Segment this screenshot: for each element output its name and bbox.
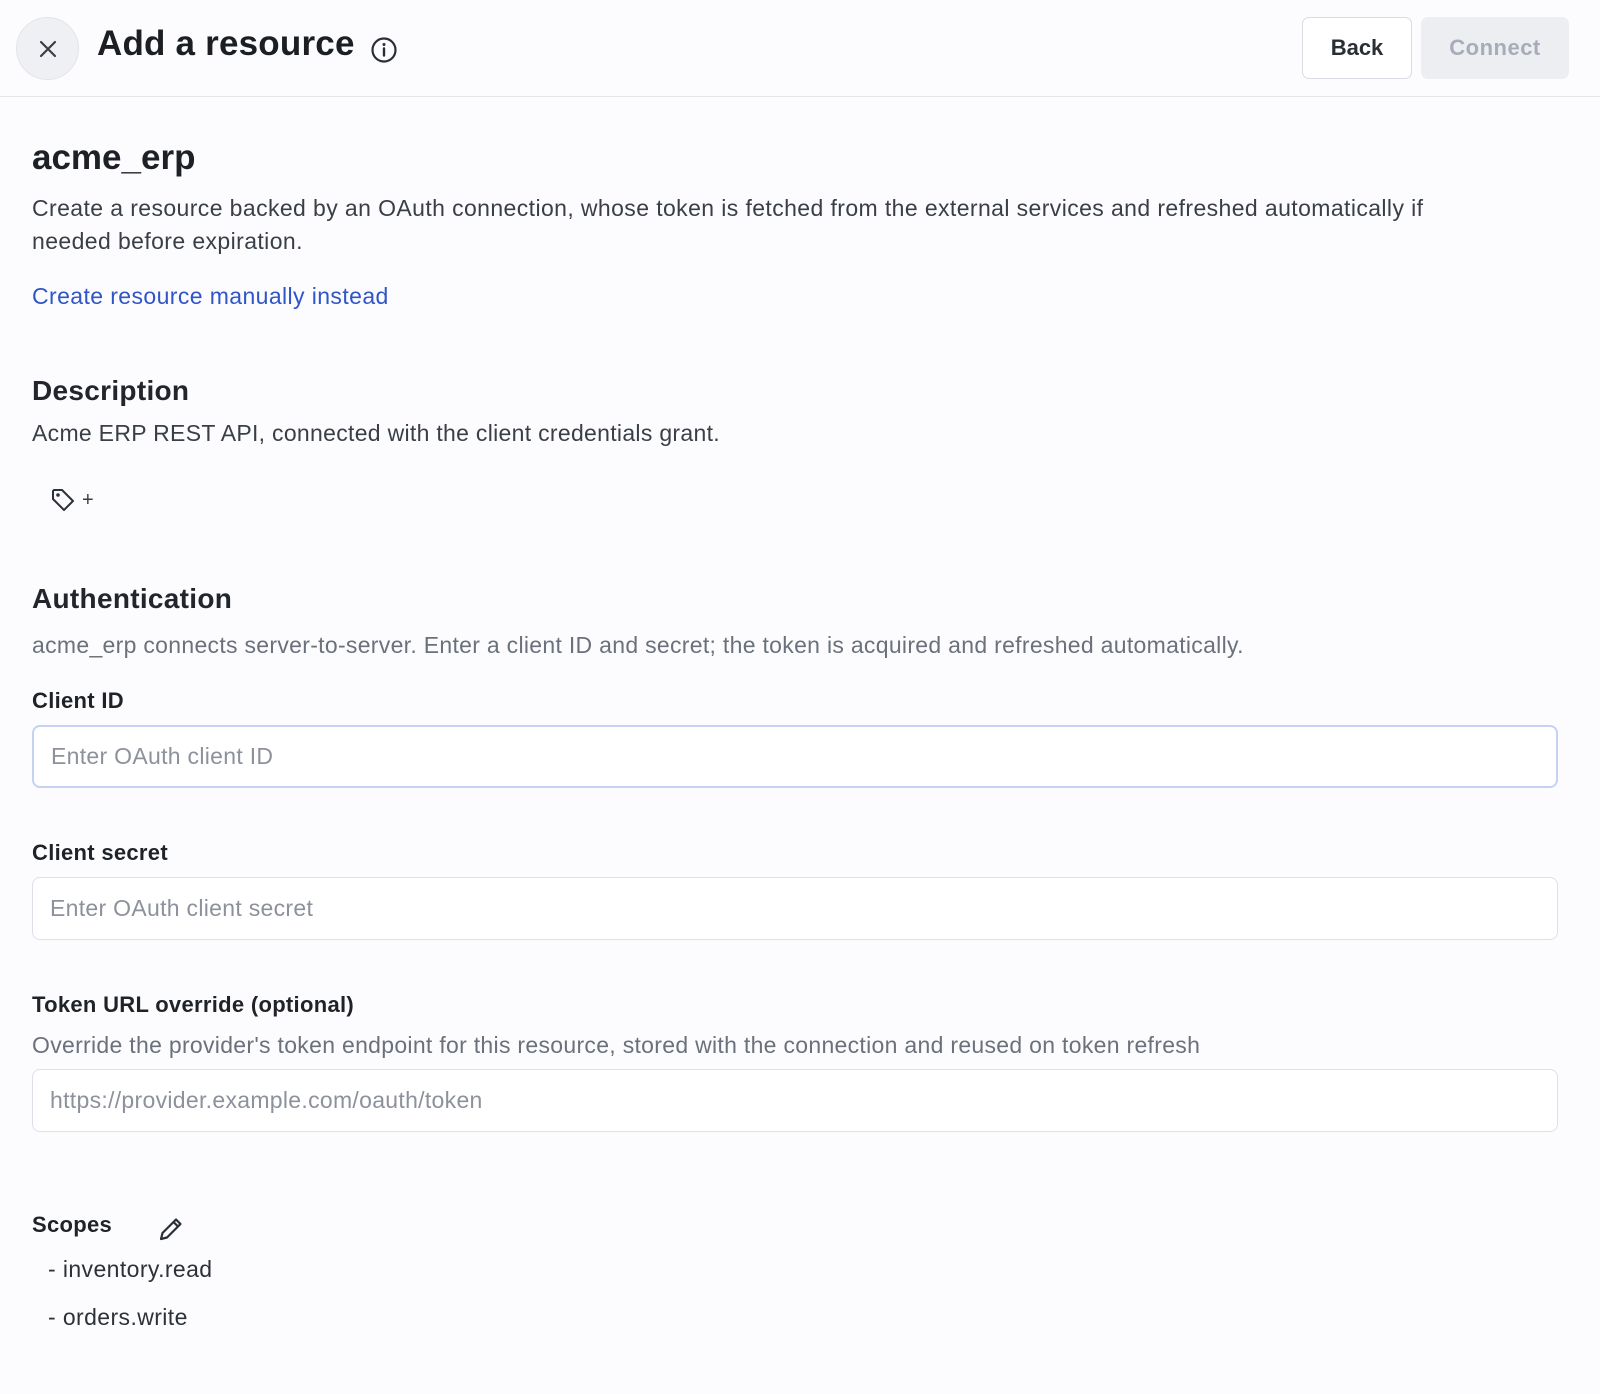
description-heading: Description	[32, 375, 190, 406]
connect-button[interactable]: Connect	[1421, 17, 1569, 79]
page-title: Add a resource	[97, 24, 355, 63]
authentication-help: acme_erp connects server-to-server. Ente…	[32, 632, 1244, 658]
add-tag-label: +	[82, 488, 94, 511]
close-button[interactable]	[16, 17, 79, 80]
token-url-label: Token URL override (optional)	[32, 992, 355, 1017]
add-tag-button[interactable]: +	[50, 487, 94, 513]
client-secret-label: Client secret	[32, 840, 168, 865]
token-url-help: Override the provider's token endpoint f…	[32, 1032, 1201, 1058]
client-secret-input[interactable]	[32, 877, 1558, 940]
authentication-heading: Authentication	[32, 583, 233, 614]
description-text: Acme ERP REST API, connected with the cl…	[32, 420, 720, 446]
scope-item: - orders.write	[48, 1304, 188, 1330]
resource-description: Create a resource backed by an OAuth con…	[32, 195, 1424, 254]
close-icon	[39, 40, 56, 57]
scopes-heading: Scopes	[32, 1212, 113, 1237]
back-button[interactable]: Back	[1302, 17, 1412, 79]
create-manually-link[interactable]: Create resource manually instead	[32, 283, 389, 310]
token-url-input[interactable]	[32, 1069, 1558, 1132]
scope-item: - inventory.read	[48, 1256, 213, 1282]
top-bar: Add a resource Back Connect	[0, 0, 1600, 97]
resource-name: acme_erp	[32, 138, 196, 177]
client-id-label: Client ID	[32, 688, 124, 713]
tag-icon	[52, 489, 74, 511]
client-id-input[interactable]	[32, 725, 1558, 788]
info-icon[interactable]	[370, 36, 398, 64]
pencil-icon[interactable]	[156, 1214, 186, 1244]
